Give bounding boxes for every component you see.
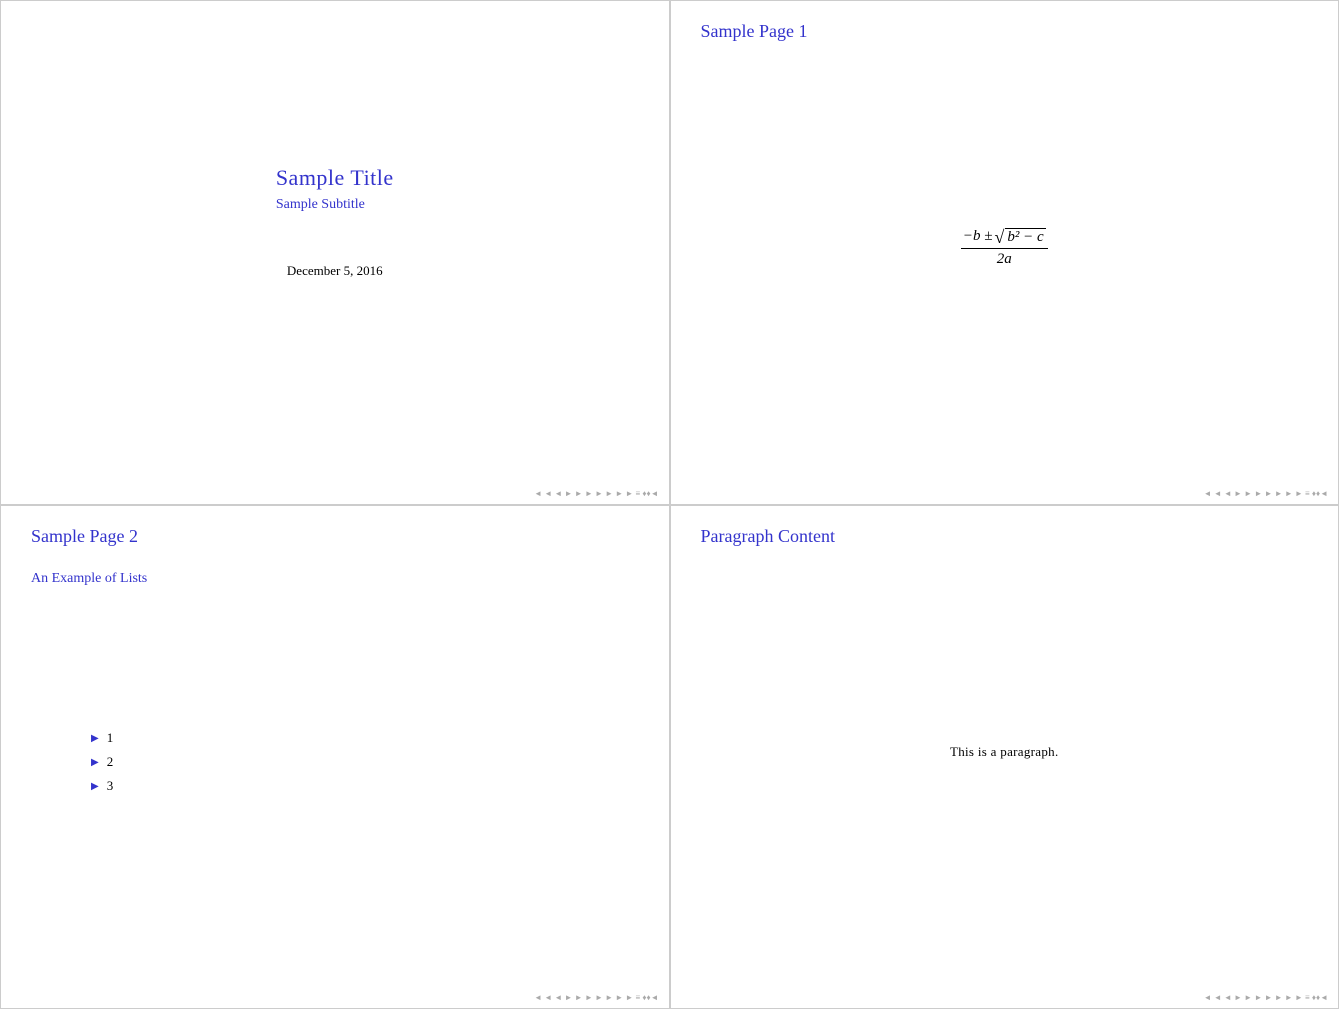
nav-bar-2: ◄ ◄ ◄ ► ► ► ► ► ► ► ≡ ♦♦◄	[671, 489, 1339, 498]
main-title: Sample Title	[276, 165, 394, 191]
nav-bar-3: ◄ ◄ ◄ ► ► ► ► ► ► ► ≡ ♦♦◄	[1, 993, 669, 1002]
quadratic-formula: −b ± √ b² − c 2a	[961, 228, 1048, 268]
nav-controls-1[interactable]: ◄ ◄ ◄ ► ► ► ► ► ► ► ≡ ♦♦◄	[534, 489, 658, 498]
sqrt-content: b² − c	[1005, 228, 1045, 246]
section-title: An Example of Lists	[31, 571, 639, 587]
nav-bar-4: ◄ ◄ ◄ ► ► ► ► ► ► ► ≡ ♦♦◄	[671, 993, 1339, 1002]
paragraph-page-title: Paragraph Content	[701, 526, 1309, 547]
nav-controls-4[interactable]: ◄ ◄ ◄ ► ► ► ► ► ► ► ≡ ♦♦◄	[1204, 993, 1328, 1002]
bullet-2: ▶	[91, 757, 99, 768]
title-block: Sample Title Sample Subtitle December 5,…	[276, 165, 394, 279]
slide-date: December 5, 2016	[276, 263, 394, 279]
page2-title: Sample Page 2	[31, 526, 639, 547]
list-item: ▶ 1	[91, 730, 639, 746]
math-numerator: −b ± √ b² − c	[961, 228, 1048, 249]
list-item-label-3: 3	[107, 778, 114, 794]
math-content: −b ± √ b² − c 2a	[701, 62, 1309, 434]
sqrt-sign: √	[994, 228, 1004, 246]
main-subtitle: Sample Subtitle	[276, 197, 394, 213]
math-denominator: 2a	[997, 249, 1012, 268]
numerator-text: −b ±	[963, 228, 993, 245]
slide-4-paragraph: Paragraph Content This is a paragraph. ◄…	[670, 505, 1339, 1009]
nav-bar-1: ◄ ◄ ◄ ► ► ► ► ► ► ► ≡ ♦♦◄	[1, 489, 669, 498]
slide-1-title: Sample Title Sample Subtitle December 5,…	[0, 0, 670, 505]
bullet-3: ▶	[91, 781, 99, 792]
slide-2-page1: Sample Page 1 −b ± √ b² − c 2a ◄ ◄ ◄ ► ►…	[670, 0, 1339, 505]
list-content: ▶ 1 ▶ 2 ▶ 3	[31, 587, 639, 939]
list-item-label-1: 1	[107, 730, 114, 746]
paragraph-content: This is a paragraph.	[701, 567, 1309, 939]
bullet-1: ▶	[91, 733, 99, 744]
paragraph-text: This is a paragraph.	[950, 744, 1059, 760]
list-item: ▶ 2	[91, 754, 639, 770]
list-item-label-2: 2	[107, 754, 114, 770]
page1-title: Sample Page 1	[701, 21, 1309, 42]
nav-controls-2[interactable]: ◄ ◄ ◄ ► ► ► ► ► ► ► ≡ ♦♦◄	[1204, 489, 1328, 498]
nav-controls-3[interactable]: ◄ ◄ ◄ ► ► ► ► ► ► ► ≡ ♦♦◄	[534, 993, 658, 1002]
list-item: ▶ 3	[91, 778, 639, 794]
slide-3-page2: Sample Page 2 An Example of Lists ▶ 1 ▶ …	[0, 505, 670, 1009]
sqrt-container: √ b² − c	[994, 228, 1045, 246]
